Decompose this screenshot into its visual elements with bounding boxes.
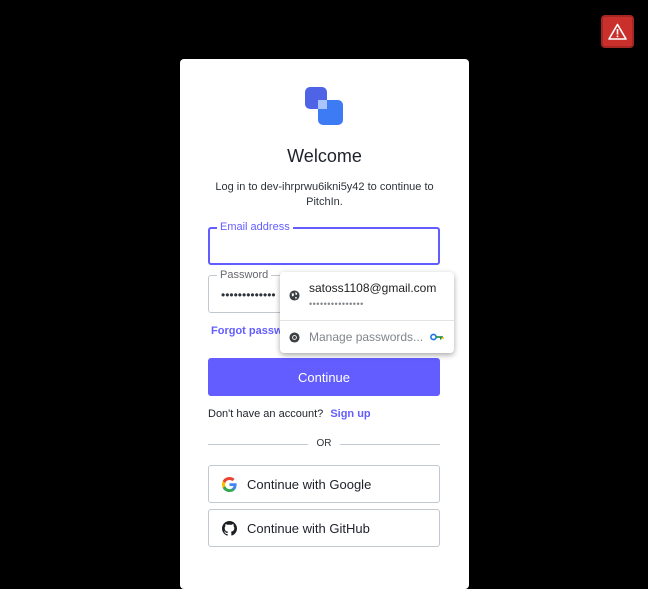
email-field[interactable]: Email address <box>208 220 440 265</box>
signup-link[interactable]: Sign up <box>330 408 370 420</box>
warning-button[interactable] <box>601 15 634 48</box>
login-subtitle: Log in to dev-ihrprwu6ikni5y42 to contin… <box>215 181 434 208</box>
github-button-label: Continue with GitHub <box>247 520 370 536</box>
manage-passwords-label: Manage passwords... <box>309 330 424 344</box>
saved-email: satoss1108@gmail.com <box>309 281 437 295</box>
no-account-text: Don't have an account? <box>208 408 324 420</box>
warning-triangle-icon <box>608 23 627 40</box>
divider-line-right <box>340 444 440 445</box>
pitchin-logo-icon <box>305 87 343 125</box>
github-login-button[interactable]: Continue with GitHub <box>208 509 440 547</box>
email-label: Email address <box>217 220 293 234</box>
password-label: Password <box>217 268 272 282</box>
password-value: ••••••••••••• <box>221 288 276 302</box>
saved-password-mask: ••••••••••••••• <box>309 299 364 309</box>
manage-passwords-item[interactable]: Manage passwords... <box>280 320 454 353</box>
page-title: Welcome <box>287 146 362 166</box>
or-divider: OR <box>208 438 440 450</box>
signup-prompt: Don't have an account? Sign up <box>208 408 371 420</box>
key-icon <box>430 333 444 341</box>
globe-icon <box>289 290 300 301</box>
google-button-label: Continue with Google <box>247 476 372 492</box>
email-input[interactable] <box>210 229 438 263</box>
saved-credential-item[interactable]: satoss1108@gmail.com ••••••••••••••• <box>280 272 454 320</box>
chrome-icon <box>289 332 300 343</box>
google-icon <box>221 476 237 492</box>
github-icon <box>221 520 237 536</box>
password-autofill-popup: satoss1108@gmail.com ••••••••••••••• Man… <box>280 272 454 353</box>
continue-button[interactable]: Continue <box>208 358 440 396</box>
google-login-button[interactable]: Continue with Google <box>208 465 440 503</box>
